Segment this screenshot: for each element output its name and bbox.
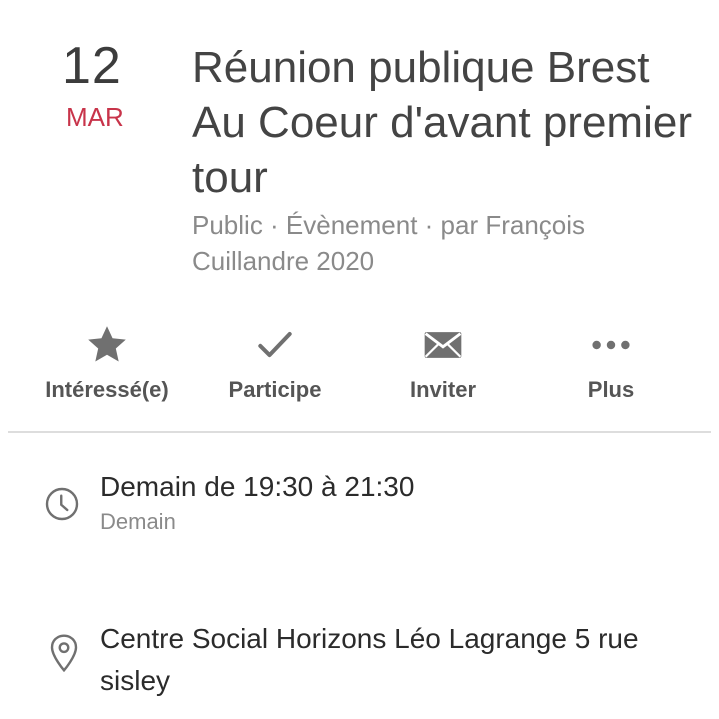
more-label: Plus: [587, 377, 635, 402]
checkmark-icon: [195, 322, 355, 372]
event-location[interactable]: Centre Social Horizons Léo Lagrange 5 ru…: [100, 618, 680, 702]
divider: [8, 431, 711, 433]
more-button[interactable]: Plus: [531, 322, 691, 412]
invite-label: Inviter: [409, 377, 477, 402]
event-subtitle: Public · Évènement · par François Cuilla…: [192, 210, 586, 276]
interested-button[interactable]: Intéressé(e): [27, 322, 187, 412]
interested-label: Intéressé(e): [45, 377, 169, 402]
event-date-day: 12: [62, 37, 122, 95]
action-bar: Intéressé(e) Participe Inviter Plus: [0, 322, 719, 412]
event-time-relative: Demain: [100, 509, 176, 534]
location-pin-icon: [48, 633, 80, 678]
participate-button[interactable]: Participe: [195, 322, 355, 412]
event-time: Demain de 19:30 à 21:30: [100, 471, 415, 502]
clock-icon: [44, 486, 80, 527]
more-dots-icon: [531, 322, 691, 372]
participate-label: Participe: [228, 377, 322, 402]
star-icon: [27, 322, 187, 372]
envelope-icon: [363, 322, 523, 372]
event-title: Réunion publique Brest Au Coeur d'avant …: [192, 43, 692, 202]
event-date-month: MAR: [66, 102, 124, 132]
invite-button[interactable]: Inviter: [363, 322, 523, 412]
